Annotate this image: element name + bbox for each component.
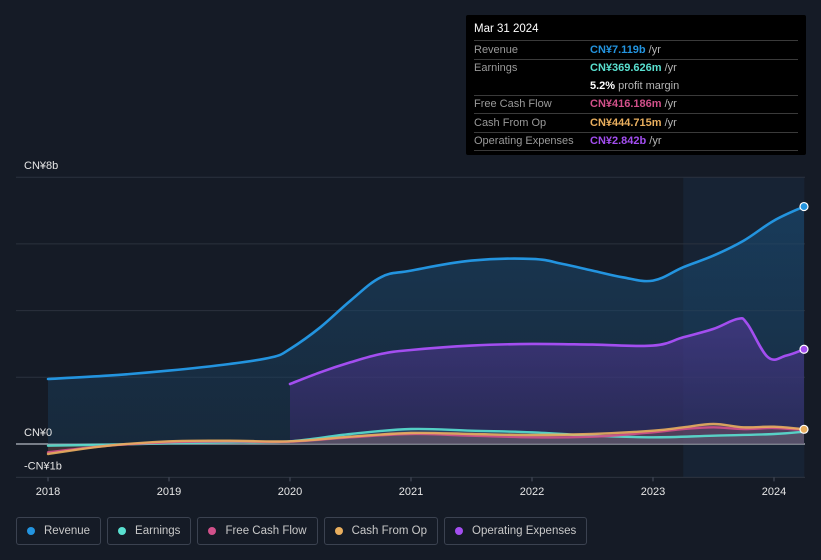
tooltip-value: CN¥416.186m (590, 98, 662, 111)
tooltip-value: CN¥7.119b (590, 43, 646, 56)
tooltip-unit: /yr (664, 98, 677, 111)
tooltip-unit: profit margin (618, 79, 680, 92)
tooltip-row-revenue: Revenue CN¥7.119b /yr (474, 41, 798, 60)
end-marker-operating-expenses (799, 344, 809, 354)
x-tick-label: 2022 (520, 486, 544, 498)
tooltip-label: Earnings (474, 62, 518, 75)
x-tick-label: 2021 (399, 486, 423, 498)
legend-label: Earnings (135, 525, 181, 537)
tooltip-row-earnings: Earnings CN¥369.626m /yr (474, 60, 798, 78)
tooltip-label: Cash From Op (474, 116, 547, 129)
y-tick-label: -CN¥1b (24, 460, 62, 472)
x-tick-label: 2023 (641, 486, 665, 498)
legend-item-free-cash-flow[interactable]: Free Cash Flow (197, 517, 318, 545)
chart-legend: Revenue Earnings Free Cash Flow Cash Fro… (16, 517, 588, 545)
tooltip-row-free-cash-flow: Free Cash Flow CN¥416.186m /yr (474, 96, 798, 114)
tooltip-unit: /yr (648, 43, 661, 56)
x-tick-label: 2019 (157, 486, 181, 498)
tooltip-value: CN¥444.715m (590, 116, 662, 129)
y-tick-label: CN¥8b (24, 160, 58, 172)
tooltip-unit: /yr (664, 62, 677, 75)
legend-item-cash-from-op[interactable]: Cash From Op (323, 517, 439, 545)
tooltip-value: CN¥369.626m (590, 62, 662, 75)
tooltip-panel: Mar 31 2024 Revenue CN¥7.119b /yr Earnin… (466, 15, 806, 155)
y-tick-label: CN¥0 (24, 427, 52, 439)
tooltip-row-profit-margin: 5.2% profit margin (474, 77, 798, 96)
legend-label: Operating Expenses (472, 525, 577, 537)
legend-item-earnings[interactable]: Earnings (107, 517, 192, 545)
end-marker-cash-from-op (799, 424, 809, 434)
tooltip-label: Free Cash Flow (474, 98, 552, 111)
legend-label: Revenue (44, 525, 91, 537)
x-tick-label: 2018 (36, 486, 60, 498)
legend-dot-icon (334, 527, 343, 535)
x-axis: 2018 2019 2020 2021 2022 2023 2024 (16, 476, 805, 498)
tooltip-row-operating-expenses: Operating Expenses CN¥2.842b /yr (474, 133, 798, 151)
tooltip-unit: /yr (649, 135, 662, 148)
end-marker-revenue (799, 201, 809, 212)
legend-dot-icon (208, 527, 217, 535)
legend-item-revenue[interactable]: Revenue (16, 517, 102, 545)
legend-dot-icon (27, 527, 35, 535)
legend-item-operating-expenses[interactable]: Operating Expenses (444, 517, 588, 545)
legend-label: Cash From Op (351, 525, 428, 537)
legend-dot-icon (455, 527, 464, 535)
tooltip-row-cash-from-op: Cash From Op CN¥444.715m /yr (474, 114, 798, 133)
tooltip-label: Revenue (474, 43, 519, 56)
x-tick-label: 2024 (762, 486, 786, 498)
legend-dot-icon (118, 527, 127, 535)
tooltip-label: Operating Expenses (474, 135, 574, 148)
x-tick-label: 2020 (278, 486, 302, 498)
tooltip-value: CN¥2.842b (590, 135, 647, 148)
legend-label: Free Cash Flow (225, 525, 307, 537)
tooltip-unit: /yr (664, 116, 677, 129)
tooltip-value: 5.2% (590, 79, 616, 92)
tooltip-date: Mar 31 2024 (474, 23, 798, 41)
